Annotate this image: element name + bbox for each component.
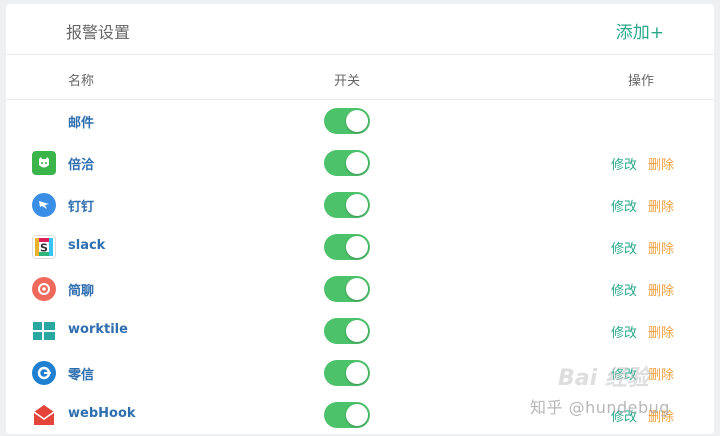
- edit-button[interactable]: 修改: [611, 238, 637, 257]
- delete-button[interactable]: 删除: [648, 154, 674, 173]
- enable-toggle[interactable]: [324, 360, 370, 386]
- slack-icon: S: [32, 235, 56, 259]
- toggle-knob: [346, 320, 368, 342]
- column-header-name: 名称: [68, 74, 95, 89]
- toggle-knob: [346, 236, 368, 258]
- table-row: worktile 修改 删除: [6, 310, 714, 352]
- toggle-knob: [346, 194, 368, 216]
- delete-button[interactable]: 删除: [648, 280, 674, 299]
- edit-button[interactable]: 修改: [611, 280, 637, 299]
- channel-name: worktile: [68, 322, 128, 337]
- table-row: 简聊 修改 删除: [6, 268, 714, 310]
- channel-name: 零信: [68, 368, 95, 383]
- webhook-icon: [32, 403, 56, 427]
- enable-toggle[interactable]: [324, 192, 370, 218]
- delete-button[interactable]: 删除: [648, 196, 674, 215]
- edit-button[interactable]: 修改: [611, 154, 637, 173]
- delete-button[interactable]: 删除: [648, 238, 674, 257]
- enable-toggle[interactable]: [324, 150, 370, 176]
- toggle-knob: [346, 278, 368, 300]
- svg-text:S: S: [40, 242, 48, 255]
- table-row: S slack 修改 删除: [6, 226, 714, 268]
- column-header-switch: 开关: [334, 74, 361, 89]
- edit-button[interactable]: 修改: [611, 322, 637, 341]
- channel-name: slack: [68, 238, 106, 253]
- channel-name: 钉钉: [68, 200, 95, 215]
- zhihu-watermark: 知乎 @hundebug: [530, 398, 670, 417]
- page-title: 报警设置: [66, 23, 131, 42]
- toggle-knob: [346, 152, 368, 174]
- channel-name: 简聊: [68, 284, 95, 299]
- enable-toggle[interactable]: [324, 234, 370, 260]
- edit-button[interactable]: 修改: [611, 196, 637, 215]
- toggle-knob: [346, 404, 368, 426]
- enable-toggle[interactable]: [324, 276, 370, 302]
- channel-name: 倍洽: [68, 158, 95, 173]
- enable-toggle[interactable]: [324, 402, 370, 428]
- table-row: 邮件: [6, 100, 714, 142]
- pubu-icon: [32, 361, 56, 385]
- panel-header: 报警设置 添加+: [6, 4, 714, 55]
- enable-toggle[interactable]: [324, 108, 370, 134]
- add-button[interactable]: 添加+: [616, 18, 664, 43]
- table-row: 钉钉 修改 删除: [6, 184, 714, 226]
- delete-button[interactable]: 删除: [648, 364, 674, 383]
- jianliao-icon: [32, 277, 56, 301]
- table-header: 名称 开关 操作: [6, 55, 714, 100]
- worktile-icon: [32, 319, 56, 343]
- column-header-ops: 操作: [627, 74, 654, 89]
- toggle-knob: [346, 362, 368, 384]
- table-row: 倍洽 修改 删除: [6, 142, 714, 184]
- channel-name: 邮件: [68, 116, 95, 131]
- bearychat-icon: [32, 151, 56, 175]
- baidu-watermark: Bai 经验: [558, 366, 649, 391]
- delete-button[interactable]: 删除: [648, 322, 674, 341]
- enable-toggle[interactable]: [324, 318, 370, 344]
- channel-name: webHook: [68, 406, 136, 421]
- dingtalk-icon: [32, 193, 56, 217]
- toggle-knob: [346, 110, 368, 132]
